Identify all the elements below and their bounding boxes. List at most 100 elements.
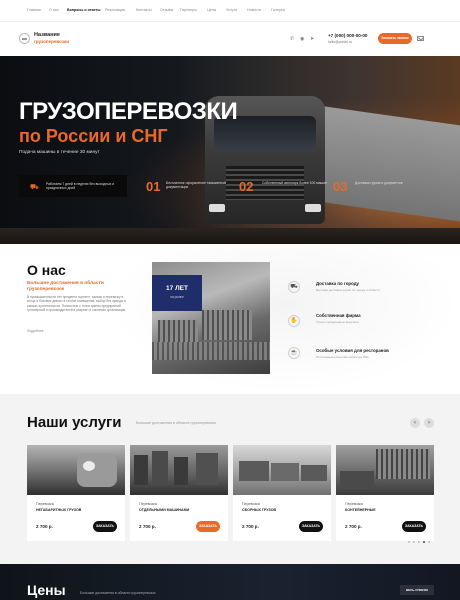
- hero-box-text: Работаем 7 дней в неделю без выходных и …: [46, 182, 115, 191]
- services-subtitle: Большие достижения в области грузоперево…: [136, 421, 216, 425]
- stat-number-1: 01: [146, 179, 161, 194]
- order-button[interactable]: ЗАКАЗАТЬ: [93, 521, 117, 532]
- carousel-dot[interactable]: [408, 541, 410, 543]
- service-photo: [130, 445, 228, 495]
- truck-logo-icon[interactable]: [19, 33, 30, 44]
- feature-title-3: Особые условия для ресторанов: [316, 348, 389, 353]
- nav-link-services[interactable]: Услуги: [226, 8, 237, 12]
- container-stack: [158, 320, 198, 342]
- order-button[interactable]: ЗАКАЗАТЬ: [196, 521, 220, 532]
- carousel-dot[interactable]: [428, 541, 430, 543]
- about-text: В промышленности нет предмета «ценен», з…: [27, 295, 127, 313]
- feature-text-2: Только проверенные водители: [316, 320, 359, 324]
- service-card[interactable]: Перевозка ОТДЕЛЬНЫМИ МАШИНАМИ 2 700 р. З…: [130, 445, 228, 541]
- service-card[interactable]: Перевозка СБОРНЫХ ГРУЗОВ 2 700 р. ЗАКАЗА…: [233, 445, 331, 541]
- carousel-dots: [408, 541, 434, 545]
- brand-tagline: грузоперевозки: [34, 39, 70, 44]
- about-more-link[interactable]: Подробнее: [27, 329, 44, 333]
- delivery-truck-icon: ⛟: [288, 281, 300, 293]
- container-stack: [152, 342, 270, 360]
- truck-shape: [152, 451, 168, 485]
- handshake-icon: ✋: [288, 315, 300, 327]
- whatsapp-icon[interactable]: ✆: [290, 36, 294, 42]
- service-price: 2 700 р.: [36, 524, 53, 529]
- service-label: Перевозка: [36, 502, 54, 506]
- nav-link-contacts[interactable]: Контакты: [136, 8, 152, 12]
- prev-arrow-icon[interactable]: ‹: [410, 418, 420, 428]
- about-section: О нас Большие достижения в области грузо…: [0, 244, 460, 394]
- truck-shape: [134, 455, 148, 485]
- truck-headlight-right: [305, 204, 321, 212]
- nav-link-portfolio[interactable]: Реализация: [105, 8, 125, 12]
- service-name: ОТДЕЛЬНЫМИ МАШИНАМИ: [139, 508, 190, 512]
- feature-text-1: Быстрая доставка грузов по городу и обла…: [316, 288, 380, 292]
- nav-link-news[interactable]: Новости: [247, 8, 261, 12]
- restaurant-icon: ☕: [288, 347, 300, 359]
- service-name: СБОРНЫХ ГРУЗОВ: [242, 508, 277, 512]
- service-card[interactable]: Перевозка НЕГАБАРИТНЫХ ГРУЗОВ 2 700 р. З…: [27, 445, 125, 541]
- order-call-button[interactable]: Заказать звонок: [378, 33, 412, 44]
- prices-section: Цены Большие достижения в области грузоп…: [0, 564, 460, 600]
- carousel-dot-active[interactable]: [423, 541, 425, 543]
- telegram-icon[interactable]: ➤: [310, 36, 314, 42]
- hero-info-box: ⛟ Работаем 7 дней в неделю без выходных …: [19, 175, 127, 197]
- order-button[interactable]: ЗАКАЗАТЬ: [299, 521, 323, 532]
- stat-number-2: 02: [239, 179, 254, 194]
- email-address[interactable]: hello@portfel.ru: [328, 40, 352, 44]
- hero-title-accent: по России и СНГ: [19, 126, 168, 146]
- years-caption: на рынке: [170, 295, 184, 299]
- about-lead: Большие достижения в области грузоперево…: [27, 281, 104, 292]
- carousel-dot[interactable]: [418, 541, 420, 543]
- service-label: Перевозка: [242, 502, 260, 506]
- carousel-dot[interactable]: [413, 541, 415, 543]
- service-price: 2 700 р.: [242, 524, 259, 529]
- service-price: 2 700 р.: [139, 524, 156, 529]
- container-stack: [202, 310, 252, 340]
- service-label: Перевозка: [139, 502, 157, 506]
- viber-icon[interactable]: ◉: [300, 36, 304, 42]
- truck-shape: [301, 465, 327, 481]
- phone-number[interactable]: +7 (000) 000-00-00: [328, 33, 367, 38]
- hero-subtitle: Подача машины в течение 30 минут: [19, 150, 100, 155]
- services-title: Наши услуги: [27, 414, 122, 431]
- container-stack: [376, 449, 430, 479]
- services-section: Наши услуги Большие достижения в области…: [0, 394, 460, 564]
- service-name: НЕГАБАРИТНЫХ ГРУЗОВ: [36, 508, 82, 512]
- prices-subtitle: Большие достижения в области грузоперево…: [80, 591, 156, 595]
- brand-name[interactable]: Название: [34, 32, 60, 38]
- stat-text-1: Бесплатное оформление таможенной докумен…: [166, 181, 227, 190]
- nav-link-partners[interactable]: Партнеры: [180, 8, 197, 12]
- truck-shape: [340, 471, 374, 489]
- truck-shape: [239, 461, 269, 481]
- feature-title-1: Доставка по городу: [316, 281, 359, 286]
- service-name: КОНТЕЙНЕРНЫЕ: [345, 508, 376, 512]
- service-card[interactable]: Перевозка КОНТЕЙНЕРНЫЕ 2 700 р. ЗАКАЗАТЬ: [336, 445, 434, 541]
- truck-headlight-left: [209, 204, 225, 212]
- road: [0, 228, 460, 244]
- nav-link-about[interactable]: О нас: [49, 8, 59, 12]
- prices-title: Цены: [27, 582, 66, 598]
- next-arrow-icon[interactable]: ›: [424, 418, 434, 428]
- nav-link-faq[interactable]: Вопросы и ответы: [67, 8, 100, 12]
- feature-text-3: Постоянным клиентам скидки до 15%: [316, 355, 369, 359]
- hero-title: ГРУЗОПЕРЕВОЗКИ: [19, 98, 238, 125]
- truck-shape: [174, 457, 188, 485]
- nav-link-prices[interactable]: Цены: [207, 8, 216, 12]
- service-photo: [336, 445, 434, 495]
- service-price: 2 700 р.: [345, 524, 362, 529]
- stat-text-3: Доставка грузов и документов: [355, 181, 403, 185]
- years-badge: 17 ЛЕТ на рынке: [152, 275, 202, 311]
- nav-link-reviews[interactable]: Отзывы: [160, 8, 173, 12]
- headlight-shape: [83, 461, 95, 471]
- nav-link-home[interactable]: Главная: [27, 8, 41, 12]
- nav-link-gallery[interactable]: Галерея: [271, 8, 285, 12]
- stat-number-3: 03: [333, 179, 348, 194]
- full-list-button[interactable]: ВЕСЬ СПИСОК: [400, 585, 434, 595]
- truck-shape: [196, 453, 218, 485]
- service-photo: [27, 445, 125, 495]
- service-label: Перевозка: [345, 502, 363, 506]
- truck-shape: [271, 463, 299, 481]
- truck-shape: [77, 453, 117, 487]
- mail-icon[interactable]: [417, 36, 424, 41]
- order-button[interactable]: ЗАКАЗАТЬ: [402, 521, 426, 532]
